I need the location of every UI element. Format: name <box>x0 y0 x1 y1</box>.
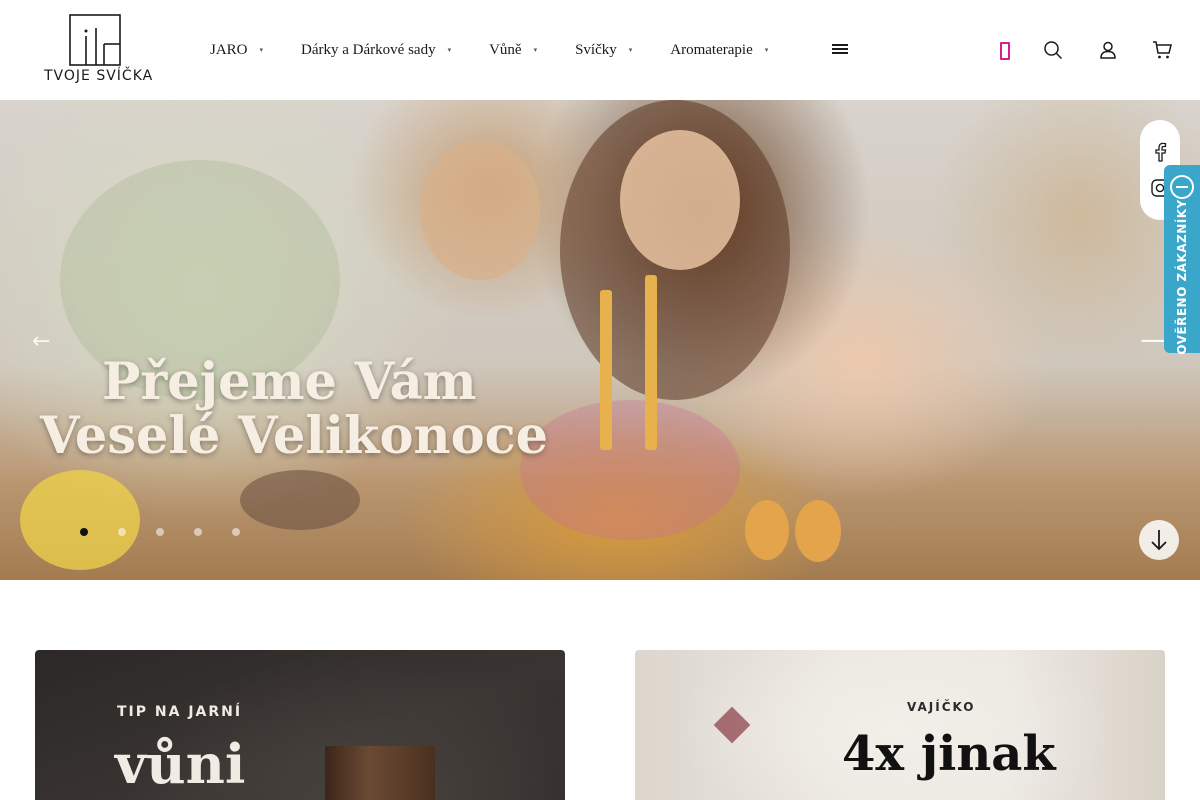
hero-nest <box>240 470 360 530</box>
hero-title-line1: Přejeme Vám <box>102 352 477 412</box>
nav-item-label: Vůně <box>489 41 522 58</box>
hero-figure-boy <box>420 140 540 280</box>
decor-motif-image <box>713 706 751 744</box>
prev-slide-arrow-icon[interactable]: ← <box>32 329 50 354</box>
nav-item-label: Dárky a Dárkové sady <box>301 41 436 58</box>
menu-icon[interactable] <box>832 44 848 56</box>
user-icon[interactable] <box>1098 40 1118 60</box>
chevron-down-icon: ▾ <box>764 46 769 54</box>
verified-by-customers-badge[interactable]: OVĚŘENO ZÁKAZNÍKY <box>1164 165 1200 355</box>
hero-figure-face <box>620 130 740 270</box>
nav-item-aromaterapie[interactable]: Aromaterapie ▾ <box>670 42 768 59</box>
slider-dot[interactable] <box>156 528 164 536</box>
chevron-down-icon: ▾ <box>259 46 264 54</box>
slider-dot[interactable] <box>194 528 202 536</box>
slider-dot[interactable] <box>232 528 240 536</box>
chevron-down-icon: ▾ <box>533 46 538 54</box>
nav-item-darky[interactable]: Dárky a Dárkové sady ▾ <box>301 42 451 59</box>
hero-egg-candle <box>745 500 789 560</box>
promo-card-spring-scent[interactable]: TIP NA JARNÍ vůni <box>35 650 565 800</box>
nav-item-label: Aromaterapie <box>670 41 753 58</box>
nav-item-label: Svíčky <box>575 41 617 58</box>
hero-candle <box>645 275 657 450</box>
hero-title: Přejeme Vám Veselé Velikonoce <box>40 355 548 463</box>
brand-name: TVOJE SVÍČKA <box>44 68 154 84</box>
site-header: TVOJE SVÍČKA JARO ▾ Dárky a Dárkové sady… <box>0 0 1200 100</box>
hero-daffodils <box>20 470 140 570</box>
promo-kicker: VAJÍČKO <box>907 700 976 714</box>
promo-card-egg-4x[interactable]: VAJÍČKO 4x jinak <box>635 650 1165 800</box>
nav-item-jaro[interactable]: JARO ▾ <box>210 42 263 59</box>
nav-item-vune[interactable]: Vůně ▾ <box>489 42 537 59</box>
hero-title-line2: Veselé Velikonoce <box>40 406 549 466</box>
hero-egg-candle <box>795 500 841 562</box>
chevron-down-icon: ▾ <box>628 46 633 54</box>
slider-dot[interactable] <box>118 528 126 536</box>
brand-logo[interactable]: TVOJE SVÍČKA <box>44 14 154 86</box>
facebook-icon[interactable] <box>1150 142 1170 166</box>
slider-dot[interactable] <box>80 528 88 536</box>
wood-block-image <box>325 746 435 800</box>
hero-slider[interactable]: Přejeme Vám Veselé Velikonoce ← ⟶ <box>0 100 1200 580</box>
logo-mark-icon <box>69 14 121 66</box>
hero-candle <box>600 290 612 450</box>
cart-icon[interactable] <box>1152 40 1172 60</box>
nav-item-svicky[interactable]: Svíčky ▾ <box>575 42 632 59</box>
nav-item-label: JARO <box>210 41 248 58</box>
promo-heading: vůni <box>115 732 246 796</box>
seal-icon <box>1170 175 1194 199</box>
pink-box-icon[interactable] <box>1000 42 1010 60</box>
scroll-down-arrow-icon[interactable] <box>1139 520 1179 560</box>
chevron-down-icon: ▾ <box>447 46 452 54</box>
main-nav: JARO ▾ Dárky a Dárkové sady ▾ Vůně ▾ Sví… <box>210 0 806 100</box>
slider-dots <box>80 528 270 536</box>
search-icon[interactable] <box>1043 40 1063 60</box>
hero-flowers <box>520 400 740 540</box>
promo-heading: 4x jinak <box>842 726 1056 782</box>
badge-label: OVĚŘENO ZÁKAZNÍKY <box>1175 199 1189 355</box>
promo-kicker: TIP NA JARNÍ <box>117 704 243 720</box>
